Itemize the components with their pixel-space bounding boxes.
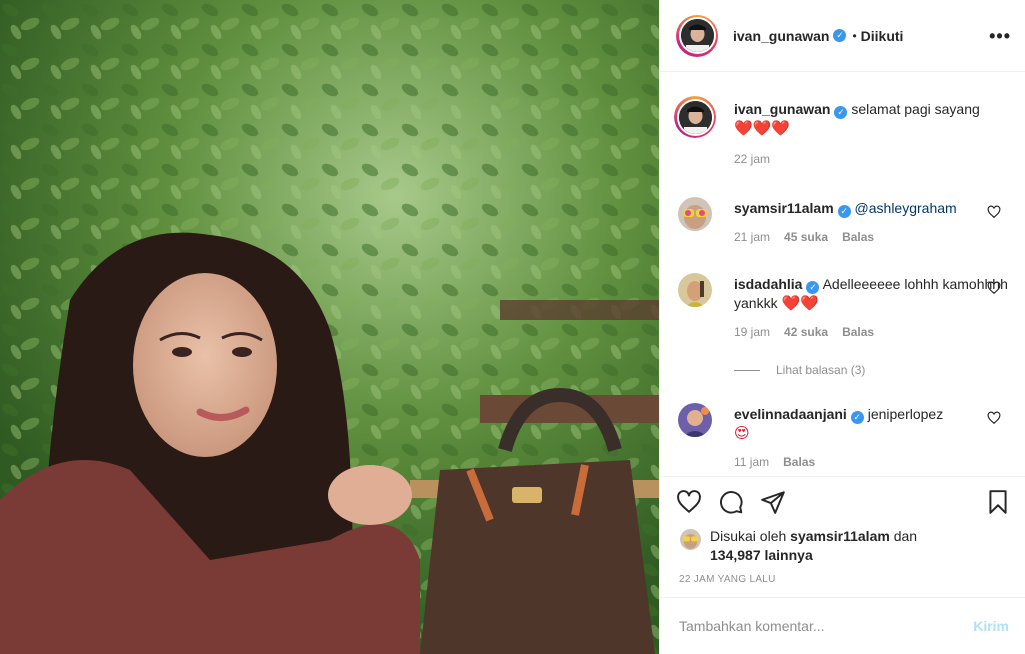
likes-connector: dan xyxy=(893,528,918,544)
comment-item: isdadahlia ✓ Adelleeeeee lohhh kamohhhh y… xyxy=(676,273,1009,339)
comment-input[interactable] xyxy=(679,618,974,634)
caption-avatar[interactable] xyxy=(674,96,716,138)
comment-likes[interactable]: 45 suka xyxy=(784,230,828,244)
send-icon[interactable] xyxy=(760,489,786,518)
heart-icon[interactable] xyxy=(676,489,702,518)
liker-avatar[interactable] xyxy=(680,529,701,550)
header-separator: • xyxy=(852,28,857,43)
caption-emoji: ❤️❤️❤️ xyxy=(734,120,791,137)
comment-time: 21 jam xyxy=(734,230,771,244)
comment-time: 19 jam xyxy=(734,325,771,339)
view-replies-label: Lihat balasan (3) xyxy=(776,363,866,377)
likes-summary: Disukai oleh syamsir11alam dan 134,987 l… xyxy=(680,527,917,565)
comment-like-heart-icon[interactable] xyxy=(987,281,1001,298)
commenter-username[interactable]: syamsir11alam xyxy=(734,200,834,216)
comment-likes[interactable]: 42 suka xyxy=(784,325,828,339)
reply-button[interactable]: Balas xyxy=(842,325,874,339)
comment-icon[interactable] xyxy=(718,489,744,518)
comment-emoji: 😍 xyxy=(734,425,750,442)
commenter-avatar[interactable] xyxy=(678,403,712,437)
post-header: ivan_gunawan ✓ • Diikuti ••• xyxy=(660,0,1025,72)
liker-username[interactable]: syamsir11alam xyxy=(790,528,890,544)
follow-status-button[interactable]: Diikuti xyxy=(861,28,904,44)
author-username[interactable]: ivan_gunawan xyxy=(733,28,829,44)
comment-time: 11 jam xyxy=(734,455,770,469)
verified-icon: ✓ xyxy=(833,29,847,42)
caption-text: selamat pagi sayang xyxy=(851,101,980,117)
caption: ivan_gunawan ✓ selamat pagi sayang ❤️❤️❤️… xyxy=(674,96,1009,166)
post-timestamp: 22 JAM YANG LALU xyxy=(679,574,776,585)
comment-text[interactable]: @ashleygraham xyxy=(855,200,957,216)
caption-username[interactable]: ivan_gunawan xyxy=(734,101,830,117)
author-avatar[interactable] xyxy=(676,14,718,57)
commenter-avatar[interactable] xyxy=(678,197,712,231)
view-replies-button[interactable]: Lihat balasan (3) xyxy=(734,363,865,377)
likes-count[interactable]: 134,987 lainnya xyxy=(710,547,813,563)
post-comment-button[interactable]: Kirim xyxy=(973,618,1009,634)
commenter-avatar[interactable] xyxy=(678,273,712,307)
comments-list[interactable]: ivan_gunawan ✓ selamat pagi sayang ❤️❤️❤️… xyxy=(660,73,1025,475)
commenter-username[interactable]: evelinnadaanjani xyxy=(734,406,847,422)
more-horizontal-icon[interactable]: ••• xyxy=(989,26,1011,47)
post-photo[interactable] xyxy=(0,0,659,654)
verified-icon: ✓ xyxy=(850,411,864,424)
verified-icon: ✓ xyxy=(806,281,820,294)
comment-like-heart-icon[interactable] xyxy=(987,205,1001,222)
comment-emoji: ❤️❤️ xyxy=(781,295,819,312)
add-comment-bar: Kirim xyxy=(660,597,1025,654)
comment-like-heart-icon[interactable] xyxy=(987,411,1001,428)
reply-button[interactable]: Balas xyxy=(783,455,815,469)
post-photo-image xyxy=(0,0,659,654)
view-replies-divider xyxy=(734,369,760,371)
reply-button[interactable]: Balas xyxy=(842,230,874,244)
comment-text: jeniperlopez xyxy=(867,406,944,422)
comment-item: syamsir11alam ✓ @ashleygraham 21 jam 45 s… xyxy=(676,197,1009,244)
post-actions: Disukai oleh syamsir11alam dan 134,987 l… xyxy=(660,476,1025,596)
verified-icon: ✓ xyxy=(834,106,848,119)
bookmark-icon[interactable] xyxy=(985,489,1011,518)
caption-time: 22 jam xyxy=(734,152,771,166)
commenter-username[interactable]: isdadahlia xyxy=(734,276,802,292)
verified-icon: ✓ xyxy=(837,205,851,218)
post-side-panel: ivan_gunawan ✓ • Diikuti ••• ivan_gunawa… xyxy=(659,0,1025,654)
comment-item: evelinnadaanjani ✓ jeniperlopez 😍 11 jam … xyxy=(676,403,1009,469)
likes-prefix: Disukai oleh xyxy=(710,528,787,544)
